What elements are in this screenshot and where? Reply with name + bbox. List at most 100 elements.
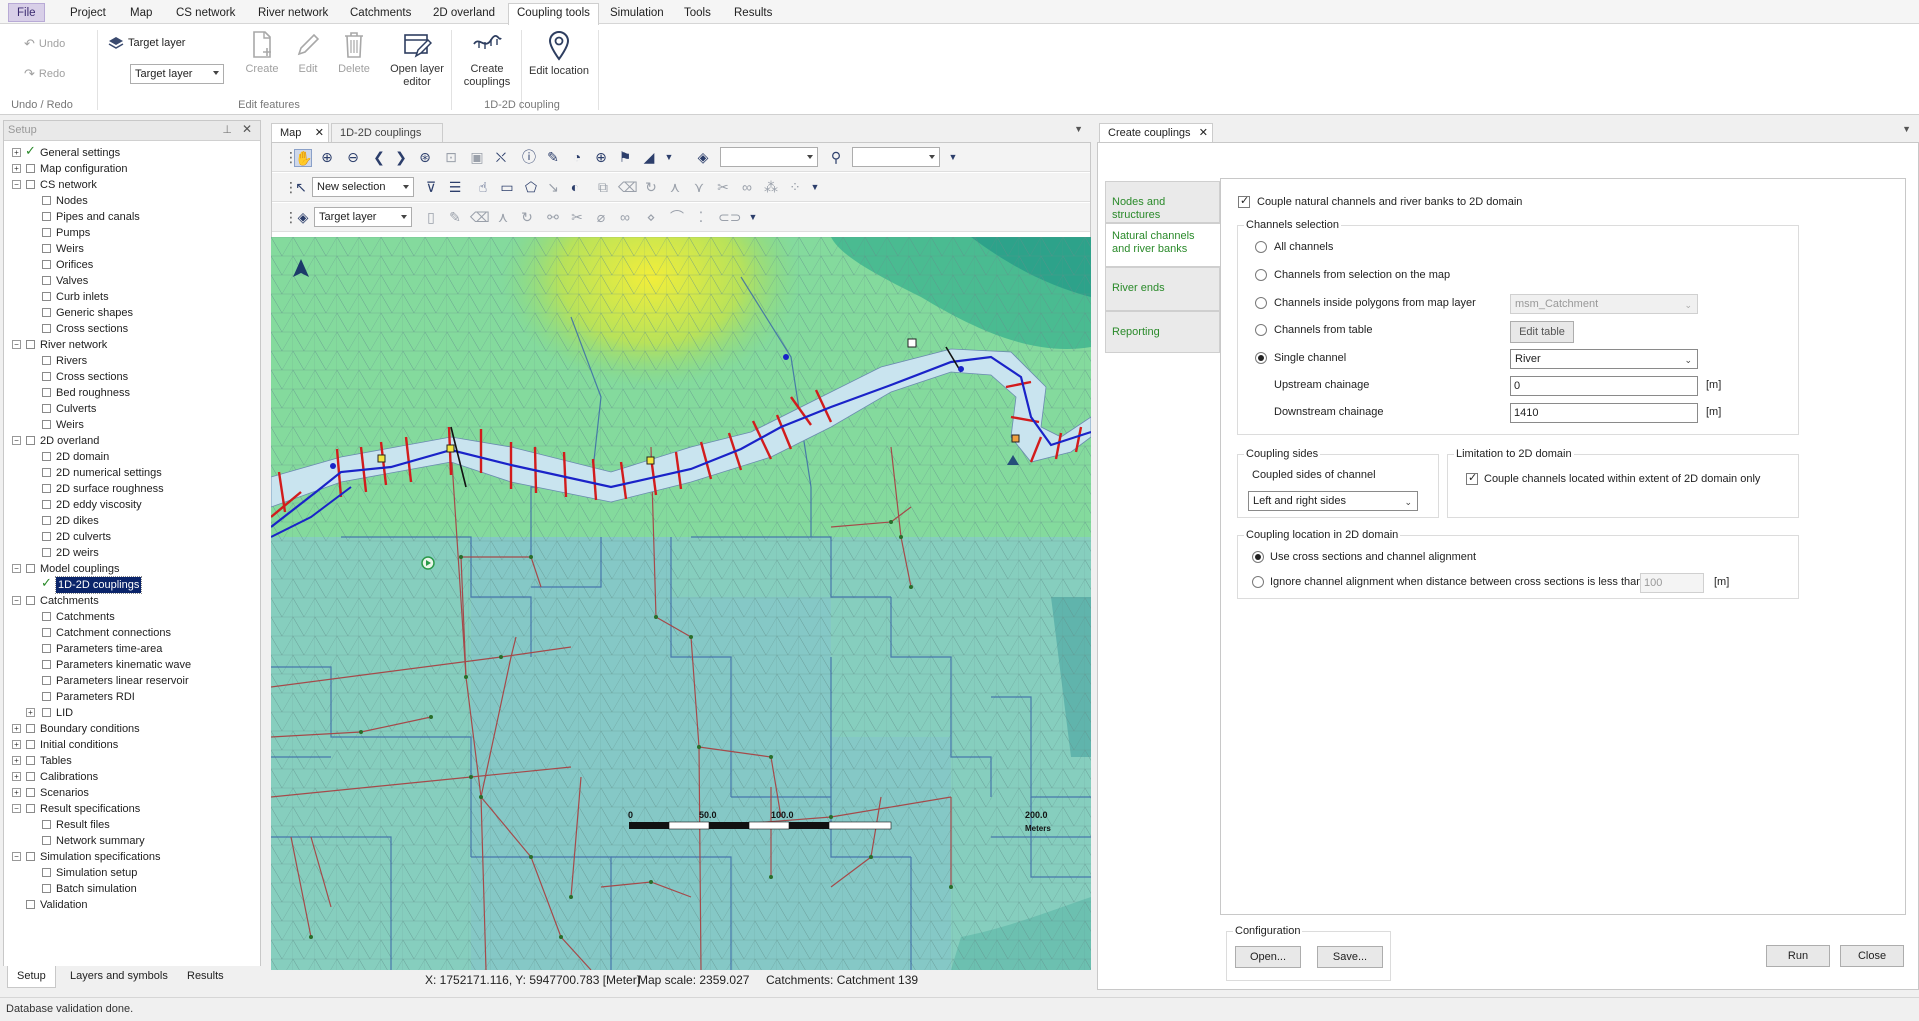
couple-natural-checkbox[interactable]: [1238, 194, 1250, 208]
menu-river-network[interactable]: River network: [250, 4, 336, 23]
tree-item-checkbox[interactable]: [26, 852, 35, 861]
menu-results[interactable]: Results: [726, 4, 780, 23]
collapse-icon[interactable]: −: [12, 596, 21, 605]
list-icon[interactable]: ☰: [446, 179, 464, 195]
tree-item-checkbox[interactable]: [42, 868, 51, 877]
tree-item-checkbox[interactable]: [26, 900, 35, 909]
tree-item-checkbox[interactable]: [42, 196, 51, 205]
tree-item-checkbox[interactable]: [42, 500, 51, 509]
measure-icon[interactable]: ◔: [568, 149, 586, 165]
tree-item[interactable]: + Initial conditions: [4, 737, 258, 753]
search-icon[interactable]: ⚲: [827, 149, 845, 165]
tree-item-checkbox[interactable]: [42, 884, 51, 893]
select-pointer-icon[interactable]: ↖: [292, 179, 310, 195]
tree-item-checkbox[interactable]: [42, 612, 51, 621]
tab-results[interactable]: Results: [178, 966, 233, 988]
copy-icon[interactable]: ⧉: [594, 179, 612, 195]
tree-item-checkbox[interactable]: [42, 644, 51, 653]
tab-setup[interactable]: Setup: [7, 966, 56, 988]
split-icon[interactable]: ⋏: [494, 209, 512, 225]
target-layer-dropdown[interactable]: Target layer: [130, 64, 224, 84]
tree-item-checkbox[interactable]: [42, 260, 51, 269]
tree-item-checkbox[interactable]: [42, 708, 51, 717]
expand-icon[interactable]: +: [12, 724, 21, 733]
collapse-icon[interactable]: −: [12, 564, 21, 573]
attribute-edit-icon[interactable]: ✎: [544, 149, 562, 165]
polygon-layer-dropdown[interactable]: msm_Catchment ⌄: [1510, 294, 1698, 314]
tree-item-checkbox[interactable]: [42, 308, 51, 317]
hand-select-icon[interactable]: ☝: [474, 179, 492, 195]
menu-catchments[interactable]: Catchments: [342, 4, 419, 23]
create-couplings-button[interactable]: Create couplings: [456, 30, 518, 89]
tab-create-couplings[interactable]: Create couplings ✕: [1099, 123, 1213, 143]
deselect-icon[interactable]: ↘: [544, 179, 562, 195]
save-config-button[interactable]: Save...: [1317, 946, 1383, 968]
close-icon[interactable]: ✕: [242, 122, 252, 136]
tree-item[interactable]: Bed roughness: [4, 385, 258, 401]
pan-hand-icon[interactable]: ✋: [294, 149, 312, 167]
redo-button[interactable]: ↷ Redo: [24, 66, 65, 82]
tree-item[interactable]: 2D numerical settings: [4, 465, 258, 481]
create-button[interactable]: Create: [240, 30, 284, 76]
tree-item[interactable]: Generic shapes: [4, 305, 258, 321]
split-icon[interactable]: ⋏: [666, 179, 684, 195]
info-icon[interactable]: ⓘ: [520, 149, 538, 165]
expand-icon[interactable]: +: [12, 756, 21, 765]
menu-coupling-tools[interactable]: Coupling tools: [508, 3, 599, 25]
radio-channels-from-table[interactable]: [1255, 324, 1267, 336]
tree-item-checkbox[interactable]: [42, 820, 51, 829]
tree-item[interactable]: − Catchments: [4, 593, 258, 609]
tree-item[interactable]: Weirs: [4, 417, 258, 433]
undo-button[interactable]: ↶ Undo: [24, 36, 65, 52]
tree-item-checkbox[interactable]: [26, 596, 35, 605]
create-feature-icon[interactable]: ▯: [422, 209, 440, 225]
tree-item[interactable]: Pumps: [4, 225, 258, 241]
tree-item-checkbox[interactable]: [42, 516, 51, 525]
flag-icon[interactable]: ⚑: [616, 149, 634, 165]
zoom-in-icon[interactable]: ⊕: [318, 149, 336, 165]
chart-icon[interactable]: ◢: [640, 149, 658, 165]
tree-item-checkbox[interactable]: [26, 564, 35, 573]
ignore-distance-input[interactable]: 100: [1640, 573, 1704, 593]
tree-item-checkbox[interactable]: [42, 356, 51, 365]
radio-use-cross-sections[interactable]: [1252, 551, 1264, 563]
tree-item[interactable]: Pipes and canals: [4, 209, 258, 225]
chain-icon[interactable]: ∞: [616, 209, 634, 225]
tree-item[interactable]: + Boundary conditions: [4, 721, 258, 737]
pin-icon[interactable]: ⊥: [222, 123, 232, 136]
filter-select-icon[interactable]: ⊽: [422, 179, 440, 195]
limitation-checkbox[interactable]: [1466, 471, 1478, 485]
crosshair-icon[interactable]: ⊕: [592, 149, 610, 165]
chevron-down-icon[interactable]: ▼: [744, 209, 762, 225]
collapse-icon[interactable]: −: [12, 340, 21, 349]
radio-ignore-alignment[interactable]: [1252, 576, 1264, 588]
edit-table-button[interactable]: Edit table: [1510, 321, 1574, 343]
tree-item-checkbox[interactable]: [42, 388, 51, 397]
tree-item[interactable]: + LID: [4, 705, 258, 721]
tree-item[interactable]: + Map configuration: [4, 161, 258, 177]
rotate-icon[interactable]: ↻: [518, 209, 536, 225]
vtab-reporting[interactable]: Reporting: [1105, 311, 1220, 353]
tree-item[interactable]: 2D surface roughness: [4, 481, 258, 497]
tree-item-checkbox[interactable]: [26, 164, 35, 173]
tree-item[interactable]: + Calibrations: [4, 769, 258, 785]
arc-icon[interactable]: ⌒: [668, 209, 686, 225]
link-icon[interactable]: ∞: [738, 179, 756, 195]
search-dropdown[interactable]: [852, 147, 940, 167]
run-button[interactable]: Run: [1766, 945, 1830, 967]
tree-item-checkbox[interactable]: [42, 372, 51, 381]
layers-icon[interactable]: ◈: [294, 209, 312, 225]
target-layer-map-dropdown[interactable]: Target layer: [314, 207, 412, 227]
tree-item-checkbox[interactable]: [42, 228, 51, 237]
layers-icon[interactable]: ◈: [694, 149, 712, 165]
zoom-selection-icon[interactable]: ⊡: [442, 149, 460, 165]
tree-item[interactable]: 2D eddy viscosity: [4, 497, 258, 513]
upstream-chainage-input[interactable]: 0: [1510, 376, 1698, 396]
tree-item-checkbox[interactable]: [42, 324, 51, 333]
tree-item-checkbox[interactable]: [26, 180, 35, 189]
tree-item[interactable]: Simulation setup: [4, 865, 258, 881]
rotate-icon[interactable]: ↻: [642, 179, 660, 195]
chevron-down-icon[interactable]: ▼: [1074, 124, 1083, 134]
selection-mode-dropdown[interactable]: New selection: [312, 177, 414, 197]
collapse-icon[interactable]: −: [12, 852, 21, 861]
